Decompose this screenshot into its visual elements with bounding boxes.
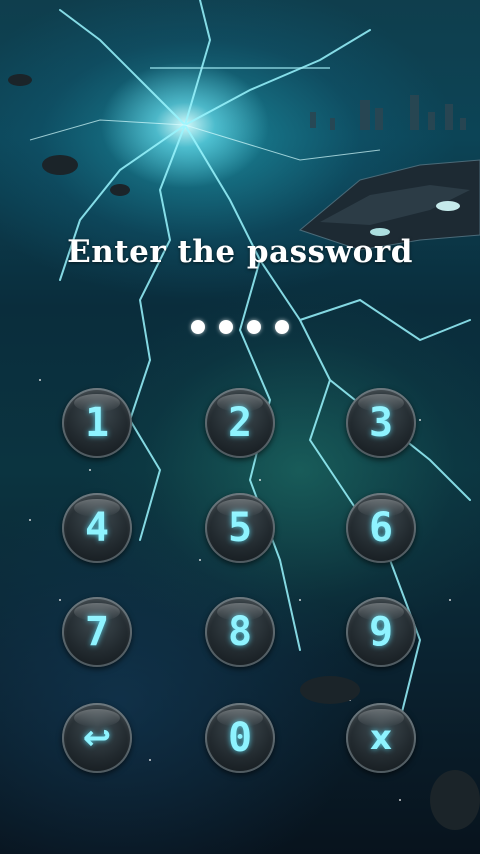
key-7-label: 7 [84,609,110,655]
key-7[interactable]: 7 [62,597,132,667]
key-4[interactable]: 4 [62,493,132,563]
key-2-label: 2 [227,400,253,446]
delete-button[interactable]: x [346,703,416,773]
key-6-label: 6 [368,505,394,551]
key-9-label: 9 [368,609,394,655]
back-arrow-icon: ↩ [82,718,112,758]
key-3-label: 3 [368,400,394,446]
back-button[interactable]: ↩ [62,703,132,773]
key-5-label: 5 [227,505,253,551]
close-icon: x [370,718,392,758]
key-4-label: 4 [84,505,110,551]
keypad: 1 2 3 4 5 6 7 8 9 ↩ 0 x [0,0,480,854]
key-6[interactable]: 6 [346,493,416,563]
key-8[interactable]: 8 [205,597,275,667]
key-0-label: 0 [227,715,253,761]
key-0[interactable]: 0 [205,703,275,773]
key-1[interactable]: 1 [62,388,132,458]
key-9[interactable]: 9 [346,597,416,667]
key-5[interactable]: 5 [205,493,275,563]
key-8-label: 8 [227,609,253,655]
key-1-label: 1 [84,400,110,446]
key-2[interactable]: 2 [205,388,275,458]
key-3[interactable]: 3 [346,388,416,458]
